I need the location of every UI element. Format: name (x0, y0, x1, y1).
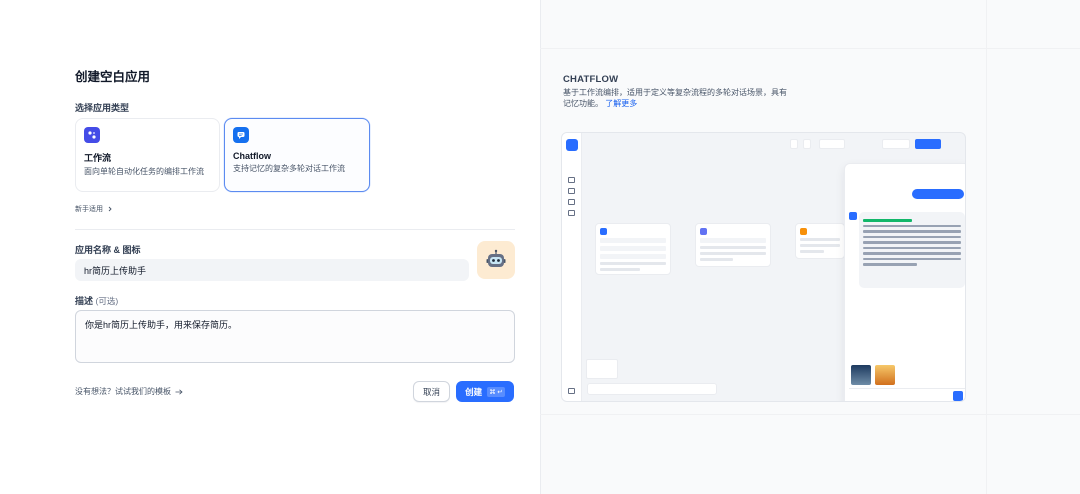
chevron-right-icon (108, 206, 112, 212)
preview-node (695, 223, 771, 267)
preview-description: 基于工作流编排，适用于定义等复杂流程的多轮对话场景，具有记忆功能。 了解更多 (563, 88, 787, 108)
preview-image-thumbnail (851, 365, 871, 385)
preview-user-message (912, 189, 964, 199)
preview-toolbar-button (915, 139, 941, 149)
dialog-title: 创建空白应用 (75, 70, 151, 84)
create-button-label: 创建 (465, 386, 483, 397)
preview-chat-panel (844, 163, 965, 401)
send-icon (953, 391, 963, 401)
preview-toolbar-button (882, 139, 910, 149)
nav-icon (568, 388, 575, 394)
chatflow-preview-image (561, 132, 966, 402)
shortcut-hint: ⌘ ↵ (487, 386, 505, 397)
app-type-desc: 支持记忆的复杂多轮对话工作流 (233, 164, 345, 173)
cancel-button[interactable]: 取消 (413, 381, 450, 402)
app-type-desc: 面向单轮自动化任务的编排工作流 (84, 167, 204, 176)
app-icon-picker[interactable] (477, 241, 515, 279)
grid-line (986, 0, 987, 494)
app-type-name: 工作流 (84, 153, 112, 163)
preview-sidebar (562, 133, 582, 401)
app-type-card-workflow[interactable]: 工作流 面向单轮自动化任务的编排工作流 (75, 118, 220, 192)
preview-minimap (586, 359, 618, 379)
preview-node (795, 223, 845, 259)
chat-bubble-icon (233, 127, 249, 143)
logo-icon (566, 139, 578, 151)
arrow-right-icon (175, 388, 183, 395)
description-textarea[interactable]: 你是hr简历上传助手，用来保存简历。 (75, 310, 515, 363)
app-type-preview: CHATFLOW 基于工作流编排，适用于定义等复杂流程的多轮对话场景，具有记忆功… (540, 0, 1080, 494)
grid-line (540, 48, 1080, 49)
nav-icon (568, 188, 575, 194)
nav-icon (568, 199, 575, 205)
preview-image-thumbnail (875, 365, 895, 385)
app-type-name: Chatflow (233, 151, 271, 161)
preview-toolbar-button (803, 139, 811, 149)
app-type-card-chatflow[interactable]: Chatflow 支持记忆的复杂多轮对话工作流 (224, 118, 370, 192)
workflow-icon (84, 127, 100, 143)
divider (540, 0, 541, 494)
preview-bot-message (859, 212, 965, 288)
learn-more-link[interactable]: 了解更多 (605, 99, 637, 108)
newbie-link-label: 新手适用 (75, 206, 103, 213)
bot-icon (849, 212, 857, 220)
create-app-dialog: 创建空白应用 选择应用类型 工作流 面向单轮自动化任务的编排工作流 Chatfl… (0, 0, 540, 494)
template-link[interactable]: 没有想法？试试我们的模板 (75, 386, 183, 397)
create-button[interactable]: 创建 ⌘ ↵ (456, 381, 514, 402)
newbie-link[interactable]: 新手适用 (75, 204, 113, 214)
app-name-input[interactable] (75, 259, 469, 281)
nav-icon (568, 177, 575, 183)
preview-title: CHATFLOW (563, 74, 619, 85)
preview-toolbar-button (790, 139, 798, 149)
nav-icon (568, 210, 575, 216)
preview-chat-input (849, 388, 965, 401)
divider (75, 229, 515, 230)
preview-bottom-toolbar (587, 383, 717, 395)
description-label: 描述 (可选) (75, 296, 119, 306)
preview-node (595, 223, 671, 275)
template-link-label: 没有想法？试试我们的模板 (75, 387, 171, 396)
preview-toolbar-button (819, 139, 845, 149)
app-type-label: 选择应用类型 (75, 103, 130, 113)
app-name-label: 应用名称 & 图标 (75, 245, 141, 255)
robot-icon (486, 249, 506, 267)
optional-hint: (可选) (95, 296, 119, 306)
grid-line (540, 414, 1080, 415)
